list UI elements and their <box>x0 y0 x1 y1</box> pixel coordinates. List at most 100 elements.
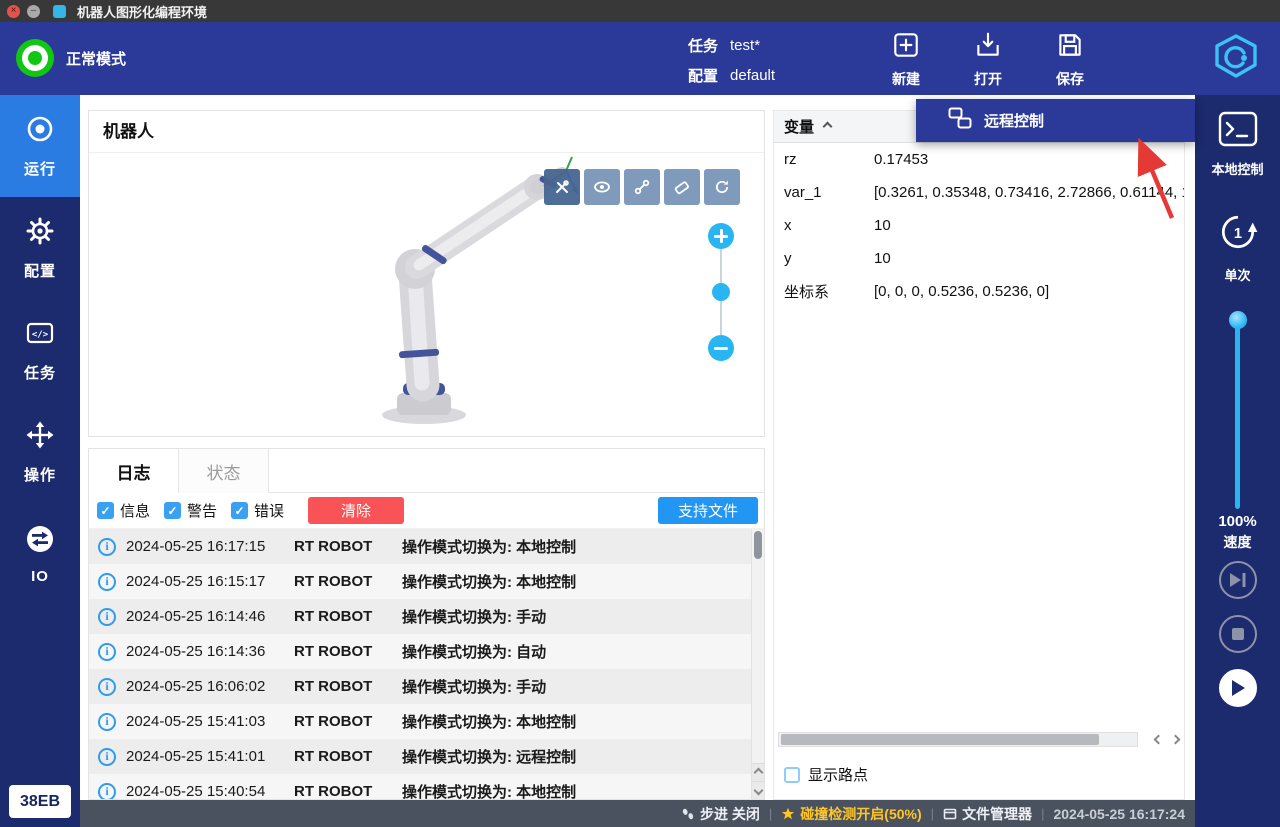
visibility-eye-button[interactable] <box>584 169 620 205</box>
log-message: 操作模式切换为: 本地控制 <box>402 781 748 799</box>
open-button-label: 打开 <box>974 69 1002 89</box>
log-source: RT ROBOT <box>294 713 392 730</box>
close-window-icon[interactable]: × <box>7 5 20 18</box>
single-run-button[interactable]: 1 单次 <box>1195 211 1280 284</box>
new-task-button[interactable]: 新建 <box>878 30 934 89</box>
log-panel: 日志 状态 信息 警告 错误 清除 支持文件 2024-05-25 16:17:… <box>88 448 765 800</box>
scrollbar-thumb[interactable] <box>754 531 762 559</box>
remote-control-menu-item[interactable]: 远程控制 <box>916 99 1195 142</box>
checkbox-checked-icon[interactable] <box>164 502 181 519</box>
play-button[interactable] <box>1219 669 1257 707</box>
step-mode-status[interactable]: 步进 关闭 <box>681 804 760 824</box>
collision-detection-status[interactable]: 碰撞检测开启(50%) <box>781 804 921 824</box>
log-message: 操作模式切换为: 本地控制 <box>402 571 748 592</box>
variable-name: rz <box>774 151 874 168</box>
speed-label: 速度 <box>1195 532 1280 552</box>
gear-icon <box>25 216 55 251</box>
stop-button[interactable] <box>1219 615 1257 653</box>
robot-id-badge[interactable]: 38EB <box>9 785 71 818</box>
file-manager-icon <box>943 807 957 821</box>
variable-name: 坐标系 <box>774 281 874 302</box>
scroll-up-button[interactable] <box>752 763 764 781</box>
collision-detection-label: 碰撞检测开启(50%) <box>800 804 921 824</box>
checkbox-unchecked-icon[interactable] <box>784 767 800 783</box>
filter-error-label: 错误 <box>254 500 284 521</box>
zoom-out-button[interactable] <box>708 335 734 361</box>
sidebar-item-task[interactable]: </> 任务 <box>0 299 80 401</box>
tab-log[interactable]: 日志 <box>89 449 179 493</box>
log-row[interactable]: 2024-05-25 16:14:46 RT ROBOT 操作模式切换为: 手动 <box>89 599 764 634</box>
open-file-icon <box>973 30 1003 65</box>
local-control-button[interactable]: 本地控制 <box>1195 111 1280 178</box>
log-row[interactable]: 2024-05-25 16:17:15 RT ROBOT 操作模式切换为: 本地… <box>89 529 764 564</box>
chevron-down-icon <box>754 786 764 796</box>
minimize-window-icon[interactable]: – <box>27 5 40 18</box>
zoom-slider-handle[interactable] <box>712 283 730 301</box>
chevron-up-icon <box>754 768 764 778</box>
stop-icon <box>1231 627 1245 641</box>
speed-slider[interactable] <box>1195 311 1280 509</box>
step-forward-button[interactable] <box>1219 561 1257 599</box>
info-icon <box>98 678 116 696</box>
support-file-button[interactable]: 支持文件 <box>658 497 758 524</box>
log-row[interactable]: 2024-05-25 16:06:02 RT ROBOT 操作模式切换为: 手动 <box>89 669 764 704</box>
scroll-left-button[interactable] <box>1154 735 1164 745</box>
reset-view-button[interactable] <box>704 169 740 205</box>
scroll-right-button[interactable] <box>1171 735 1181 745</box>
sidebar-item-operate[interactable]: 操作 <box>0 401 80 503</box>
scrollbar-thumb[interactable] <box>781 734 1099 745</box>
path-nodes-button[interactable] <box>624 169 660 205</box>
system-clock: 2024-05-25 16:17:24 <box>1053 806 1185 822</box>
log-row[interactable]: 2024-05-25 15:41:03 RT ROBOT 操作模式切换为: 本地… <box>89 704 764 739</box>
filter-warning[interactable]: 警告 <box>164 500 217 521</box>
variable-row[interactable]: rz 0.17453 <box>774 143 1184 176</box>
collision-icon <box>781 807 795 821</box>
variable-row[interactable]: y 10 <box>774 242 1184 275</box>
robot-3d-view[interactable] <box>89 153 764 436</box>
sidebar-item-config[interactable]: 配置 <box>0 197 80 299</box>
show-waypoints-toggle[interactable]: 显示路点 <box>784 764 868 785</box>
horizontal-scrollbar[interactable] <box>778 732 1138 747</box>
log-source: RT ROBOT <box>294 608 392 625</box>
filter-error[interactable]: 错误 <box>231 500 284 521</box>
open-task-button[interactable]: 打开 <box>960 30 1016 89</box>
collapse-chevron-icon[interactable] <box>823 122 833 132</box>
sidebar-item-label: 任务 <box>24 362 56 383</box>
variable-row[interactable]: var_1 [0.3261, 0.35348, 0.73416, 2.72866… <box>774 176 1184 209</box>
file-manager-button[interactable]: 文件管理器 <box>943 804 1032 824</box>
variable-row[interactable]: x 10 <box>774 209 1184 242</box>
sidebar-item-run[interactable]: 运行 <box>0 95 80 197</box>
log-time: 2024-05-25 16:14:46 <box>126 608 284 625</box>
log-row[interactable]: 2024-05-25 16:15:17 RT ROBOT 操作模式切换为: 本地… <box>89 564 764 599</box>
checkbox-checked-icon[interactable] <box>231 502 248 519</box>
zoom-in-button[interactable] <box>708 223 734 249</box>
variable-value: [0.3261, 0.35348, 0.73416, 2.72866, 0.61… <box>874 184 1184 201</box>
tab-status[interactable]: 状态 <box>179 449 269 493</box>
task-label: 任务 <box>688 35 718 56</box>
tools-button[interactable] <box>544 169 580 205</box>
checkbox-checked-icon[interactable] <box>97 502 114 519</box>
speed-slider-track[interactable] <box>1235 327 1240 509</box>
code-task-icon: </> <box>25 318 55 353</box>
save-task-button[interactable]: 保存 <box>1042 30 1098 89</box>
filter-info[interactable]: 信息 <box>97 500 150 521</box>
separator: | <box>769 806 772 821</box>
right-sidebar: 本地控制 1 单次 100% 速度 <box>1195 95 1280 827</box>
info-icon <box>98 783 116 800</box>
clear-log-button[interactable]: 清除 <box>308 497 404 524</box>
log-source: RT ROBOT <box>294 573 392 590</box>
info-icon <box>98 608 116 626</box>
log-time: 2024-05-25 16:17:15 <box>126 538 284 555</box>
scroll-down-button[interactable] <box>752 781 764 799</box>
sidebar-item-io[interactable]: IO <box>0 503 80 605</box>
mode-indicator: 正常模式 <box>16 39 126 77</box>
eraser-button[interactable] <box>664 169 700 205</box>
log-scrollbar[interactable] <box>751 529 764 799</box>
skip-icon <box>1228 572 1248 588</box>
log-source: RT ROBOT <box>294 783 392 799</box>
task-value: test* <box>730 37 760 54</box>
log-row[interactable]: 2024-05-25 15:41:01 RT ROBOT 操作模式切换为: 远程… <box>89 739 764 774</box>
log-row[interactable]: 2024-05-25 16:14:36 RT ROBOT 操作模式切换为: 自动 <box>89 634 764 669</box>
log-row[interactable]: 2024-05-25 15:40:54 RT ROBOT 操作模式切换为: 本地… <box>89 774 764 799</box>
variable-row[interactable]: 坐标系 [0, 0, 0, 0.5236, 0.5236, 0] <box>774 275 1184 308</box>
